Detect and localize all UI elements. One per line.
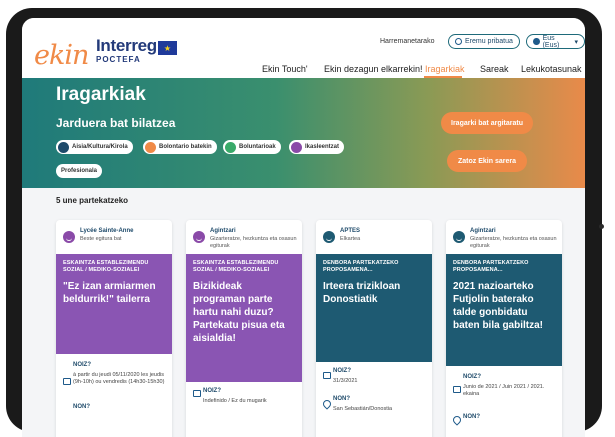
card-title[interactable]: "Ez izan armiarmen beldurrik!" tailerra [63,280,165,306]
interreg-logo: Interreg [96,36,157,55]
smile-avatar-icon [63,231,75,243]
nav-sareak[interactable]: Sareak [480,64,509,74]
calendar-icon [63,378,71,385]
poctefa-logo: POCTEFA [96,55,141,64]
card-body: ESKAINTZA ESTABLEZIMENDU SOZIAL / MEDIKO… [186,254,302,382]
nav-lekukotasunak[interactable]: Lekukotasunak [521,64,582,74]
when-label: NOIZ? [333,368,351,374]
filter-boluntarioak-label: Boluntarioak [239,144,276,150]
smile-avatar-icon [453,231,465,243]
filter-aisia-label: Aisia/Kultura/Kirola [72,144,128,150]
filter-ikasleentzat[interactable]: Ikasleentzat [289,140,345,154]
filter-aisia[interactable]: Aisia/Kultura/Kirola [56,140,133,154]
chevron-down-icon: ▾ [574,38,578,46]
nav-ekin-touch[interactable]: Ekin Touch' [262,64,308,74]
card-header: Lycée Sainte-Anne Beste egitura bat [56,220,172,252]
filter-profesionala-label: Profesionala [61,168,98,174]
when-label: NOIZ? [73,362,91,368]
card-body: DENBORA PARTEKATZEKO PROPOSAMENA... 2021… [446,254,562,366]
where-label: NON? [463,414,480,420]
globe-icon [533,38,540,45]
when-value: Junio de 2021 / Juin 2021 / 2021. ekaina [463,384,545,397]
where-label: NON? [73,404,90,410]
card-category: ESKAINTZA ESTABLEZIMENDU SOZIAL / MEDIKO… [193,260,279,273]
filter-profesionala[interactable]: Profesionala [56,164,103,178]
calendar-icon [453,386,461,393]
card-body: DENBORA PARTEKATZEKO PROPOSAMENA... Irte… [316,254,432,362]
ekin-logo[interactable]: ekin [34,40,89,71]
filter-boluntarioak-icon [225,141,236,153]
eu-flag-icon: ★ [158,41,177,55]
contact-link[interactable]: Harremanetarako [380,38,434,45]
publish-ad-button[interactable]: Iragarki bat argitaratu [441,112,533,134]
private-area-button[interactable]: Eremu pribatua [448,34,520,49]
card-title[interactable]: 2021 nazioarteko Futjolin baterako talde… [453,280,555,332]
card-title[interactable]: Bizikideak programan parte hartu nahi du… [193,280,295,345]
filter-ikasleentzat-label: Ikasleentzat [305,144,340,150]
org-type: Gizarteratze, hezkuntza eta osasun egitu… [470,236,557,249]
card-category: DENBORA PARTEKATZEKO PROPOSAMENA... [323,260,399,273]
ad-card[interactable]: Agintzari Gizarteratze, hezkuntza eta os… [186,220,302,437]
when-label: NOIZ? [463,374,481,380]
filter-boluntarioak[interactable]: Boluntarioak [223,140,281,154]
card-title[interactable]: Irteera trizikloan Donostiatik [323,280,425,306]
card-category: DENBORA PARTEKATZEKO PROPOSAMENA... [453,260,529,273]
search-heading: Jarduera bat bilatzea [56,116,176,130]
when-value: à partir du jeudi 05/11/2020 les jeudis … [73,372,165,385]
filter-bolontario-label: Bolontario batekin [159,144,212,150]
card-header: Agintzari Gizarteratze, hezkuntza eta os… [446,220,562,252]
site-header: ekin Interreg POCTEFA ★ Harremanetarako … [22,18,585,78]
nav-ekin-dezagun[interactable]: Ekin dezagun elkarrekin! [324,64,423,74]
location-pin-icon [451,414,463,426]
when-value: Indefinido / Ez du mugarik [203,398,267,404]
location-pin-icon [321,398,333,410]
card-header: APTES Elkartea [316,220,432,252]
org-name: Lycée Sainte-Anne [80,228,134,234]
nav-iragarkiak[interactable]: Iragarkiak [425,64,465,74]
ad-card[interactable]: APTES Elkartea DENBORA PARTEKATZEKO PROP… [316,220,432,437]
where-label: NON? [333,396,350,402]
org-name: Agintzari [210,228,236,234]
ad-card[interactable]: Agintzari Gizarteratze, hezkuntza eta os… [446,220,562,437]
join-network-button[interactable]: Zatoz Ekin sarera [447,150,527,172]
when-label: NOIZ? [203,388,221,394]
org-name: Agintzari [470,228,496,234]
when-value: 31/3/2021 [333,378,358,384]
org-type: Elkartea [340,236,361,242]
private-area-label: Eremu pribatua [465,38,513,45]
page-title: Iragarkiak [56,84,146,105]
org-type: Gizarteratze, hezkuntza eta osasun egitu… [210,236,297,249]
filter-ikasleentzat-icon [291,141,302,153]
results-count: 5 une partekatzeko [56,196,129,205]
smile-avatar-icon [193,231,205,243]
user-icon [455,38,462,45]
smile-avatar-icon [323,231,335,243]
card-body: ESKAINTZA ESTABLEZIMENDU SOZIAL / MEDIKO… [56,254,172,354]
card-header: Agintzari Gizarteratze, hezkuntza eta os… [186,220,302,252]
hero-banner: Iragarkiak Jarduera bat bilatzea Aisia/K… [22,78,585,188]
filter-aisia-icon [58,141,69,153]
filter-bolontario-icon [145,141,156,153]
filter-bolontario[interactable]: Bolontario batekin [143,140,217,154]
ad-card[interactable]: Lycée Sainte-Anne Beste egitura bat ESKA… [56,220,172,437]
screen: ekin Interreg POCTEFA ★ Harremanetarako … [22,18,585,437]
tablet-camera [599,224,604,229]
language-label: Eus (Eus) [542,34,560,49]
calendar-icon [323,372,331,379]
where-value: San Sebastián/Donostia [333,406,393,412]
card-category: ESKAINTZA ESTABLEZIMENDU SOZIAL / MEDIKO… [63,260,149,273]
org-name: APTES [340,228,361,234]
calendar-icon [193,390,201,397]
org-type: Beste egitura bat [80,236,122,242]
language-select[interactable]: Eus (Eus) ▾ [526,34,585,49]
